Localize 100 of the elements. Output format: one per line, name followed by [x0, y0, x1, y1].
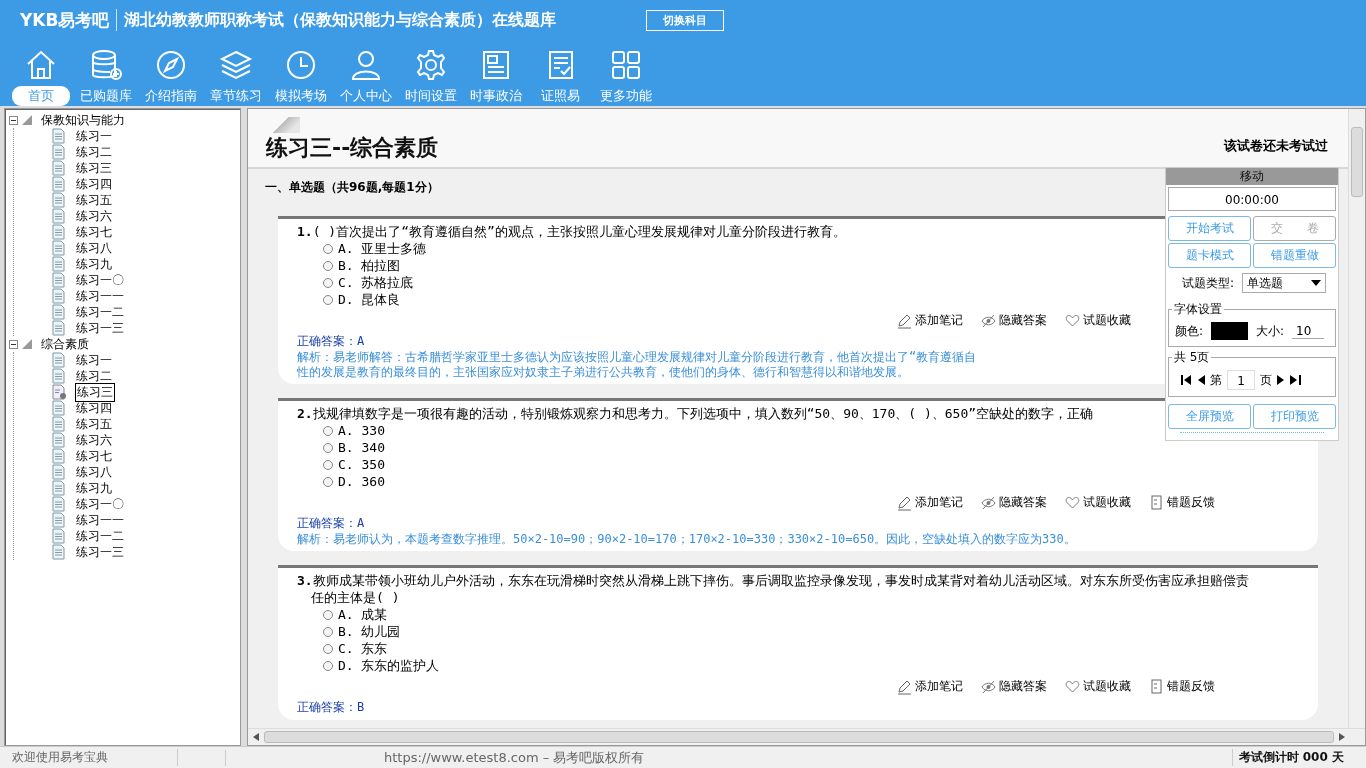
radio-button[interactable] — [323, 442, 333, 453]
tree-group[interactable]: 综合素质 — [40, 335, 90, 353]
question-text: 1.( )首次提出了“教育遵循自然”的观点，主张按照儿童心理发展规律对儿童分阶段进行教育。 — [297, 223, 846, 240]
type-select[interactable]: 单选题 — [1242, 273, 1327, 293]
question-text: 2.找规律填数字是一项很有趣的活动，特别锻炼观察力和思考力。下列选项中，填入数列“50、90、170、( )、650”空缺处的数字，正确 — [297, 405, 1094, 422]
paper-title: 练习三--综合素质 — [266, 134, 439, 162]
radio-button[interactable] — [323, 260, 333, 271]
action-link[interactable]: 隐藏答案 — [999, 678, 1047, 695]
action-link[interactable]: 添加笔记 — [915, 312, 963, 329]
collapse-toggle[interactable] — [9, 339, 18, 349]
tree-item[interactable]: 练习一二 — [75, 303, 125, 321]
tree-item[interactable]: 练习三 — [75, 382, 115, 402]
next-page-icon — [1277, 375, 1285, 385]
radio-button[interactable] — [323, 609, 333, 620]
vertical-scrollbar[interactable] — [1348, 109, 1365, 728]
dropdown-arrow-icon — [1311, 280, 1322, 286]
action-link[interactable]: 试题收藏 — [1083, 494, 1131, 511]
tree-item[interactable]: 练习三 — [75, 159, 113, 177]
heart-icon — [1065, 312, 1080, 329]
document-icon — [52, 304, 66, 320]
action-link[interactable]: 隐藏答案 — [999, 312, 1047, 329]
collapse-toggle[interactable] — [9, 115, 18, 125]
analysis-text: 解析：易老师认为，本题考查数字推理。50×2-10=90；90×2-10=170；170×2-10=330；330×2-10=650。因此，空缺处填入的数字应为330。 — [297, 532, 1076, 547]
tree-item[interactable]: 练习九 — [75, 479, 113, 497]
tree-item[interactable]: 练习八 — [75, 239, 113, 257]
option-text: D. 东东的监护人 — [338, 656, 440, 675]
document-icon — [52, 496, 66, 512]
tree-item[interactable]: 练习七 — [75, 223, 113, 241]
color-swatch[interactable] — [1211, 322, 1249, 340]
scroll-left-icon[interactable] — [252, 733, 260, 741]
action-link[interactable]: 试题收藏 — [1083, 312, 1131, 329]
tree-item[interactable]: 练习一一 — [75, 511, 125, 529]
tree-item[interactable]: 练习一二 — [75, 527, 125, 545]
horizontal-scrollbar[interactable] — [248, 728, 1365, 745]
radio-button[interactable] — [323, 277, 333, 288]
tree-item[interactable]: 练习一一 — [75, 287, 125, 305]
size-field[interactable]: 10 — [1292, 323, 1325, 339]
document-icon — [52, 192, 66, 208]
tree-item[interactable]: 练习二 — [75, 367, 113, 385]
option-text: D. 昆体良 — [338, 290, 401, 309]
action-link[interactable]: 试题收藏 — [1083, 678, 1131, 695]
tree-item[interactable]: 练习五 — [75, 415, 113, 433]
tree-item[interactable]: 练习一〇 — [75, 495, 125, 513]
action-link[interactable]: 添加笔记 — [915, 678, 963, 695]
tree-item[interactable]: 练习八 — [75, 463, 113, 481]
pencil-icon — [897, 312, 912, 329]
field-label: 第 — [1210, 371, 1222, 389]
tree-group[interactable]: 保教知识与能力 — [40, 111, 126, 129]
radio-button[interactable] — [323, 626, 333, 637]
radio-button[interactable] — [323, 643, 333, 654]
option-text: C. 350 — [338, 457, 385, 472]
tree-item[interactable]: 练习六 — [75, 431, 113, 449]
tree-item[interactable]: 练习一 — [75, 351, 113, 369]
pencil-icon — [897, 494, 912, 511]
tree-item[interactable]: 练习七 — [75, 447, 113, 465]
document-icon — [52, 224, 66, 240]
document-icon — [52, 288, 66, 304]
radio-button[interactable] — [323, 243, 333, 254]
tree-item[interactable]: 练习四 — [75, 399, 113, 417]
document-icon — [52, 480, 66, 496]
action-link[interactable]: 隐藏答案 — [999, 494, 1047, 511]
scroll-right-icon[interactable] — [1338, 733, 1346, 741]
document-icon — [52, 176, 66, 192]
correct-answer: 正确答案：A — [297, 515, 365, 532]
action-link[interactable]: 错题反馈 — [1167, 678, 1215, 695]
tree-item[interactable]: 练习五 — [75, 191, 113, 209]
document-icon — [52, 432, 66, 448]
question-text: 3.教师成某带领小班幼儿户外活动，东东在玩滑梯时突然从滑梯上跳下摔伤。事后调取监控录像发现，事发时成某背对着幼儿活动区域。对东东所受伤害应承担赔偿责任的主体是( ) — [297, 572, 1250, 606]
group-legend: 字体设置 — [1172, 301, 1224, 318]
document-icon — [52, 144, 66, 160]
triangle-icon — [22, 339, 32, 349]
radio-button[interactable] — [323, 476, 333, 487]
last-page-icon — [1290, 375, 1301, 385]
option-text: A. 亚里士多德 — [338, 239, 427, 258]
document-icon — [52, 128, 66, 144]
radio-button[interactable] — [323, 459, 333, 470]
group-legend: 共 5页 — [1172, 349, 1212, 366]
tree-item[interactable]: 练习二 — [75, 143, 113, 161]
field-label: 试题类型: — [1182, 274, 1235, 292]
page-field[interactable]: 1 — [1227, 370, 1255, 390]
tree-item[interactable]: 练习九 — [75, 255, 113, 273]
document-icon — [52, 208, 66, 224]
field-label: 大小: — [1256, 322, 1285, 340]
tree-item[interactable]: 练习六 — [75, 207, 113, 225]
tree-item[interactable]: 练习一 — [75, 127, 113, 145]
triangle-icon — [22, 115, 32, 125]
radio-button[interactable] — [323, 294, 333, 305]
action-link[interactable]: 错题反馈 — [1167, 494, 1215, 511]
document-icon — [52, 464, 66, 480]
tree-item[interactable]: 练习一〇 — [75, 271, 125, 289]
radio-button[interactable] — [323, 425, 333, 436]
tree-item[interactable]: 练习一三 — [75, 543, 125, 561]
document-icon — [52, 448, 66, 464]
radio-button[interactable] — [323, 660, 333, 671]
app-title: 湖北幼教教师职称考试（保教知识能力与综合素质）在线题库 — [124, 9, 557, 31]
option-text: C. 苏格拉底 — [338, 273, 414, 292]
document-pin-icon — [52, 384, 66, 400]
action-link[interactable]: 添加笔记 — [915, 494, 963, 511]
tree-item[interactable]: 练习四 — [75, 175, 113, 193]
tree-item[interactable]: 练习一三 — [75, 319, 125, 337]
